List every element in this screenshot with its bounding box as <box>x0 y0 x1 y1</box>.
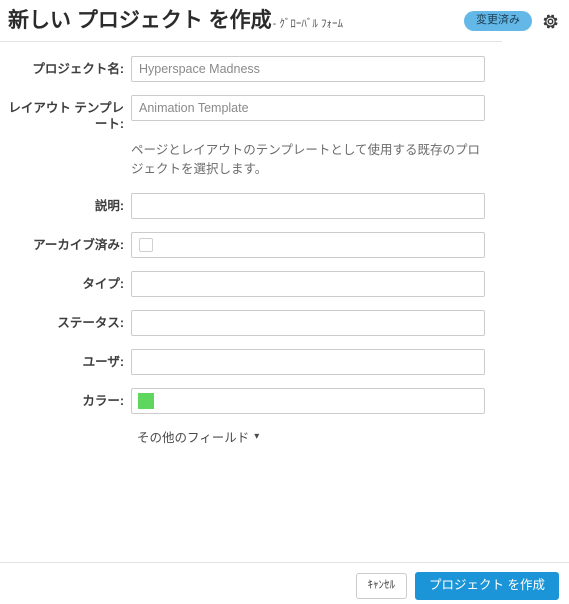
control-color <box>131 388 485 414</box>
form-row-type: タイプ: <box>0 271 569 297</box>
page-subtitle: - ｸﾞﾛｰﾊﾞﾙ ﾌｫｰﾑ <box>272 18 343 30</box>
control-project-name <box>131 56 485 82</box>
color-field-wrapper <box>131 388 485 414</box>
archived-checkbox[interactable] <box>139 238 153 252</box>
label-project-name: プロジェクト名: <box>32 62 124 76</box>
project-form: プロジェクト名: レイアウト テンプレート: ページとレイアウトのテンプレートと… <box>0 42 569 446</box>
chevron-down-icon: ▾ <box>254 431 260 442</box>
form-row-description: 説明: <box>0 193 569 219</box>
status-badge[interactable]: 変更済み <box>464 11 532 31</box>
form-row-archived: アーカイブ済み: <box>0 232 569 258</box>
type-input[interactable] <box>131 271 485 297</box>
page-header: 新しい プロジェクト を作成 - ｸﾞﾛｰﾊﾞﾙ ﾌｫｰﾑ 変更済み <box>0 0 569 42</box>
layout-template-help-row: ページとレイアウトのテンプレートとして使用する既存のプロジェクトを選択します。 <box>0 141 569 179</box>
form-footer: ｷｬﾝｾﾙ プロジェクト を作成 <box>0 562 569 604</box>
footer-button-group: ｷｬﾝｾﾙ プロジェクト を作成 <box>355 572 559 600</box>
more-fields-spacer <box>0 430 137 446</box>
form-row-user: ユーザ: <box>0 349 569 375</box>
control-type <box>131 271 485 297</box>
control-archived <box>131 232 485 258</box>
form-row-project-name: プロジェクト名: <box>0 56 569 82</box>
gear-icon[interactable] <box>542 13 559 30</box>
label-user: ユーザ: <box>82 355 124 369</box>
label-color: カラー: <box>82 394 124 408</box>
cancel-button[interactable]: ｷｬﾝｾﾙ <box>355 573 408 599</box>
header-actions: 変更済み <box>464 11 559 31</box>
control-layout-template <box>131 95 485 121</box>
control-status <box>131 310 485 336</box>
status-input[interactable] <box>131 310 485 336</box>
page-title: 新しい プロジェクト を作成 <box>8 9 272 32</box>
label-status: ステータス: <box>57 316 124 330</box>
help-spacer <box>0 141 131 179</box>
form-row-layout-template: レイアウト テンプレート: <box>0 95 569 132</box>
user-input[interactable] <box>131 349 485 375</box>
more-fields-toggle[interactable]: その他のフィールド ▾ <box>137 430 259 446</box>
archived-checkbox-wrapper <box>131 232 485 258</box>
more-fields-row: その他のフィールド ▾ <box>0 430 569 446</box>
layout-template-help-text: ページとレイアウトのテンプレートとして使用する既存のプロジェクトを選択します。 <box>131 143 481 176</box>
form-row-color: カラー: <box>0 388 569 414</box>
control-description <box>131 193 485 219</box>
form-row-status: ステータス: <box>0 310 569 336</box>
more-fields-label: その他のフィールド <box>137 431 250 445</box>
label-type: タイプ: <box>82 277 124 291</box>
label-layout-template: レイアウト テンプレート: <box>8 101 124 131</box>
label-archived: アーカイブ済み: <box>33 238 124 252</box>
layout-template-input[interactable] <box>131 95 485 121</box>
label-description: 説明: <box>94 199 124 213</box>
project-name-input[interactable] <box>131 56 485 82</box>
control-user <box>131 349 485 375</box>
color-swatch[interactable] <box>138 393 154 409</box>
description-input[interactable] <box>131 193 485 219</box>
footer-divider <box>0 562 569 563</box>
create-project-button[interactable]: プロジェクト を作成 <box>415 572 559 600</box>
